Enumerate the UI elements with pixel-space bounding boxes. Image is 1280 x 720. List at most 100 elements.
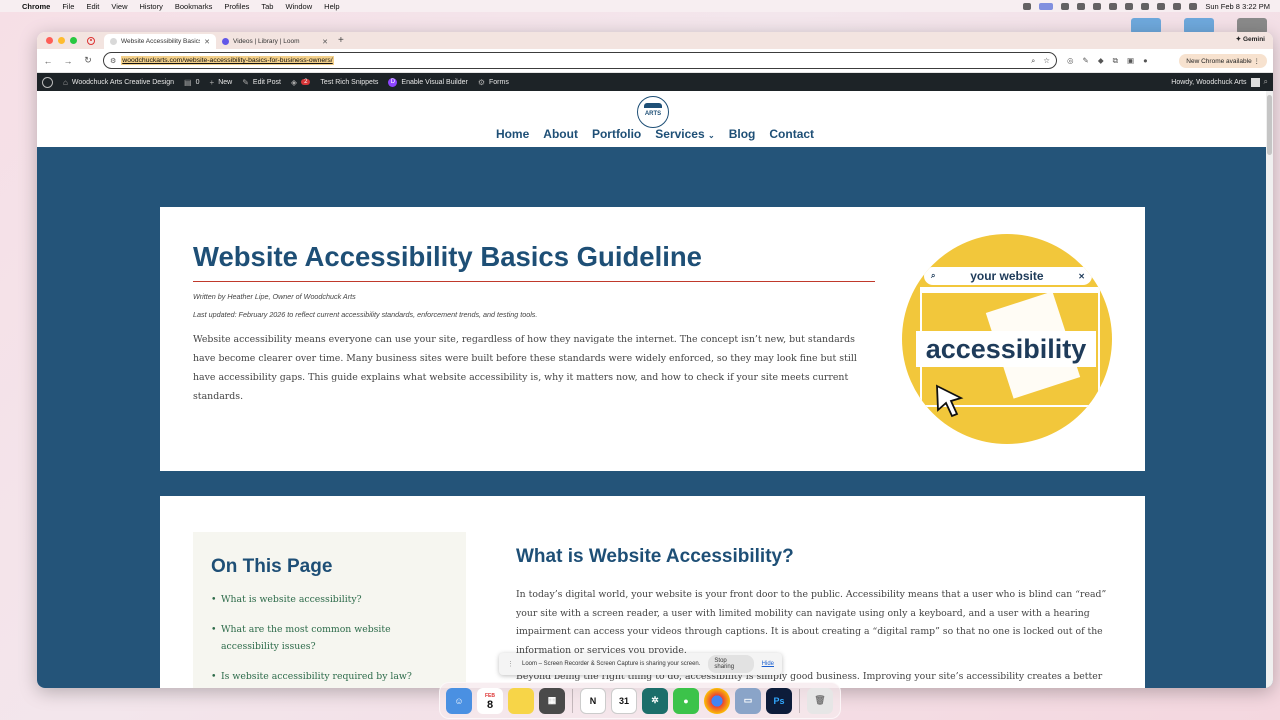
wp-forms[interactable]: ⚙ Forms: [478, 78, 509, 87]
new-tab-button[interactable]: +: [338, 35, 344, 46]
toc-link[interactable]: What is website accessibility?: [211, 591, 451, 608]
macos-dock: ☺ FEB 8 ▦ N 31 ✲ ● ▭ Ps 🗑: [439, 682, 841, 719]
sidepanel-icon[interactable]: ▣: [1127, 56, 1134, 66]
reload-button[interactable]: ↻: [83, 55, 93, 66]
toc-link[interactable]: Is website accessibility required by law…: [211, 668, 451, 685]
toc-link[interactable]: What are the most common website accessi…: [211, 621, 451, 655]
pencil-icon: ✎: [242, 77, 249, 87]
address-bar[interactable]: ⚙ woodchuckarts.com/website-accessibilit…: [103, 52, 1057, 69]
chrome-update-button[interactable]: New Chrome available ⋮: [1179, 53, 1267, 68]
wp-site-name-label: Woodchuck Arts Creative Design: [71, 78, 175, 86]
menu-history[interactable]: History: [140, 2, 163, 11]
stop-sharing-button[interactable]: Stop sharing: [708, 655, 754, 673]
scrollbar-thumb[interactable]: [1267, 95, 1272, 155]
messages-icon[interactable]: ●: [673, 687, 699, 714]
nav-blog[interactable]: Blog: [729, 127, 756, 141]
bookmark-star-icon[interactable]: ☆: [1043, 56, 1050, 66]
extensions-area: ◎ ✎ ◆ ⧉ ▣ ●: [1067, 56, 1148, 66]
finder-icon[interactable]: ☺: [446, 687, 472, 714]
menu-view[interactable]: View: [111, 2, 127, 11]
hide-banner-link[interactable]: Hide: [762, 661, 774, 667]
title-divider: [193, 281, 875, 282]
wp-new[interactable]: + New: [210, 78, 233, 87]
extensions-puzzle-icon[interactable]: ⧉: [1113, 56, 1118, 66]
control-center-icon[interactable]: [1189, 2, 1198, 10]
record-icon[interactable]: [1061, 2, 1070, 10]
screen-share-icon[interactable]: [1039, 2, 1054, 10]
window-controls: [37, 37, 77, 44]
calculator-icon[interactable]: ▦: [539, 687, 565, 714]
nav-portfolio[interactable]: Portfolio: [592, 127, 641, 141]
back-button[interactable]: ←: [43, 56, 53, 66]
menu-help[interactable]: Help: [324, 2, 339, 11]
site-info-icon[interactable]: ⚙: [110, 57, 116, 65]
wp-admin-bar: ⌂ Woodchuck Arts Creative Design ▤ 0 + New …: [37, 73, 1273, 91]
seo-plugin-icon: ◈: [290, 77, 298, 87]
wp-rich-snippets[interactable]: Test Rich Snippets: [320, 79, 378, 86]
preview-icon[interactable]: ▭: [735, 687, 761, 714]
drag-handle-icon[interactable]: ⋮: [507, 660, 514, 668]
forward-button[interactable]: →: [63, 56, 73, 66]
menu-edit[interactable]: Edit: [86, 2, 99, 11]
table-of-contents: On This Page What is website accessibili…: [193, 532, 466, 688]
menu-profiles[interactable]: Profiles: [224, 2, 249, 11]
dropbox-icon[interactable]: [1077, 2, 1086, 10]
nav-about[interactable]: About: [543, 127, 578, 141]
mic-icon[interactable]: [1023, 2, 1032, 10]
profile-icon[interactable]: ●: [1143, 56, 1148, 66]
menu-file[interactable]: File: [62, 2, 74, 11]
hero-image: ⌕ your website ✕ accessibility: [902, 234, 1112, 444]
chrome-icon[interactable]: [704, 687, 730, 714]
trash-icon[interactable]: 🗑: [807, 687, 833, 714]
home-icon: ⌂: [63, 77, 68, 87]
site-logo[interactable]: ARTS: [637, 96, 669, 128]
close-tab-icon[interactable]: ✕: [204, 38, 210, 46]
chrome-window: Website Accessibility Basics ✕ Videos | …: [37, 32, 1273, 688]
wp-comments[interactable]: ▤ 0: [184, 78, 199, 87]
wifi-icon[interactable]: [1157, 2, 1166, 10]
url-text[interactable]: woodchuckarts.com/website-accessibility-…: [121, 56, 334, 65]
nav-services[interactable]: Services ⌄: [655, 127, 714, 141]
zoom-window-button[interactable]: [70, 37, 77, 44]
photoshop-icon[interactable]: Ps: [766, 687, 792, 714]
menu-bookmarks[interactable]: Bookmarks: [175, 2, 213, 11]
notes-icon[interactable]: [508, 687, 534, 714]
macos-menubar: Chrome File Edit View History Bookmarks …: [0, 0, 1280, 12]
menu-window[interactable]: Window: [285, 2, 312, 11]
wordpress-logo-icon[interactable]: [42, 76, 53, 88]
close-window-button[interactable]: [46, 37, 53, 44]
seo-badge: 2: [301, 79, 311, 85]
tab-loom-library[interactable]: Videos | Library | Loom ✕: [216, 34, 334, 49]
cursor-arrow-icon: [936, 384, 964, 418]
notion-calendar-icon[interactable]: 31: [611, 687, 637, 714]
wp-visual-builder[interactable]: D Enable Visual Builder: [388, 77, 468, 87]
bluetooth-icon[interactable]: [1125, 2, 1134, 10]
notion-tray-icon[interactable]: [1093, 2, 1102, 10]
extension-icon[interactable]: ◎: [1067, 56, 1074, 66]
close-tab-icon[interactable]: ✕: [322, 38, 328, 46]
notion-icon[interactable]: N: [580, 687, 606, 714]
wp-seo[interactable]: ◈ 2: [291, 78, 311, 87]
wp-edit-post[interactable]: ✎ Edit Post: [242, 78, 281, 87]
tab-website-accessibility[interactable]: Website Accessibility Basics ✕: [104, 34, 216, 49]
avatar: [1250, 77, 1260, 87]
extension-icon[interactable]: ◆: [1098, 56, 1104, 66]
gemini-button[interactable]: ✦ Gemini: [1236, 35, 1265, 43]
nav-contact[interactable]: Contact: [769, 127, 814, 141]
minimize-window-button[interactable]: [58, 37, 65, 44]
search-icon[interactable]: [1173, 2, 1182, 10]
menubar-datetime[interactable]: Sun Feb 8 3:22 PM: [1205, 2, 1270, 11]
zoom-icon[interactable]: ⌕: [1031, 56, 1035, 66]
page-scrollbar[interactable]: [1266, 91, 1273, 688]
chatgpt-icon[interactable]: ✲: [642, 687, 668, 714]
wp-site-name[interactable]: ⌂ Woodchuck Arts Creative Design: [63, 78, 174, 87]
wp-howdy[interactable]: Howdy, Woodchuck Arts ⌕: [1171, 77, 1268, 87]
search-icon[interactable]: ⌕: [1264, 77, 1268, 87]
menubar-app-name[interactable]: Chrome: [22, 2, 50, 11]
calendar-icon[interactable]: FEB 8: [477, 687, 503, 714]
menu-tab[interactable]: Tab: [261, 2, 273, 11]
battery-icon[interactable]: [1141, 2, 1150, 10]
eyedropper-extension-icon[interactable]: ✎: [1083, 56, 1089, 66]
moon-icon[interactable]: [1109, 2, 1118, 10]
nav-home[interactable]: Home: [496, 127, 529, 141]
